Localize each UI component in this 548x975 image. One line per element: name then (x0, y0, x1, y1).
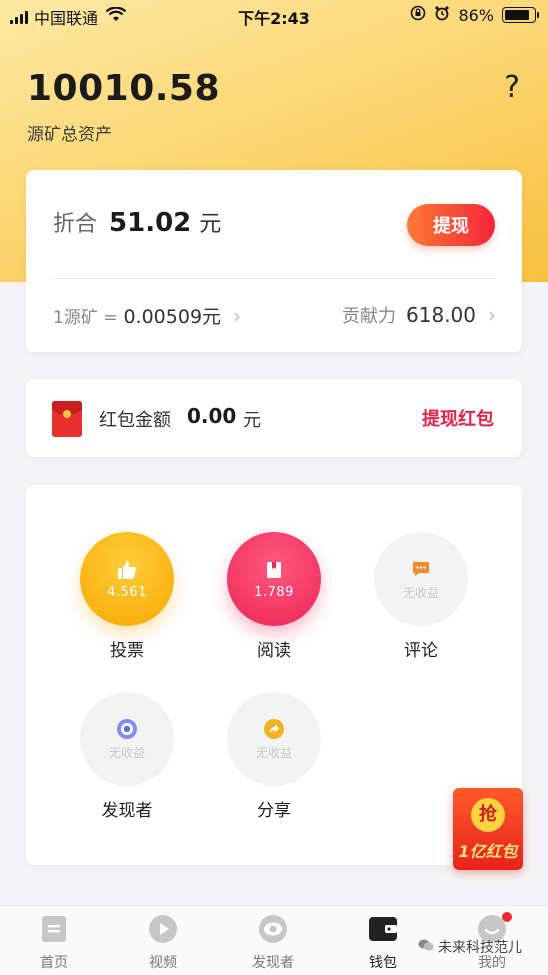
tab-video-label: 视频 (149, 955, 177, 971)
red-packet-amount: 0.00 (187, 404, 237, 428)
read-label: 阅读 (257, 641, 291, 661)
vote-label: 投票 (110, 641, 144, 661)
battery-icon (502, 7, 539, 23)
withdraw-red-packet-link[interactable]: 提现红包 (422, 405, 494, 431)
promo-text: 1亿红包 (458, 842, 518, 861)
eye-icon (258, 914, 288, 944)
share-circle: 无收益 (227, 692, 321, 786)
status-left: 中国联通 (10, 5, 127, 29)
share-label: 分享 (257, 801, 291, 821)
activity-read[interactable]: 1.789 阅读 (226, 532, 322, 661)
home-doc-icon (39, 914, 69, 944)
tab-home-label: 首页 (40, 955, 68, 971)
rate-label: 1源矿 = (53, 308, 118, 328)
discoverer-value: 无收益 (108, 745, 145, 760)
equivalent-value: 51.02 (109, 208, 192, 238)
activity-comment[interactable]: 无收益 评论 (373, 532, 469, 661)
tab-wallet[interactable]: 钱包 (343, 914, 423, 972)
tab-video[interactable]: 视频 (123, 914, 203, 972)
status-bar: 中国联通 下午2:43 86% (0, 0, 548, 30)
signal-icon (10, 10, 28, 24)
contribution-label: 贡献力 (342, 306, 397, 327)
eye-icon (116, 718, 138, 740)
discoverer-circle: 无收益 (80, 692, 174, 786)
rotation-lock-icon (410, 5, 426, 25)
wechat-icon (418, 938, 434, 956)
watermark-text: 未来科技范儿 (438, 940, 522, 956)
help-icon[interactable]: ? (504, 70, 520, 105)
withdraw-button[interactable]: 提现 (407, 204, 495, 246)
vote-circle: 4.561 (80, 532, 174, 626)
exchange-rate-link[interactable]: 1源矿 = 0.00509元 › (53, 302, 241, 329)
total-assets-value: 10010.58 (27, 68, 221, 109)
wallet-icon (368, 914, 398, 944)
tab-discoverer-label: 发现者 (252, 955, 294, 971)
discoverer-label: 发现者 (101, 801, 153, 821)
status-right: 86% (410, 5, 539, 25)
comment-label: 评论 (404, 641, 438, 661)
alarm-icon (434, 5, 450, 25)
rate-value: 0.00509元 (123, 306, 222, 328)
total-assets-label: 源矿总资产 (27, 125, 112, 145)
red-packet-promo-badge[interactable]: 抢 1亿红包 (453, 788, 523, 870)
tab-wallet-label: 钱包 (369, 955, 397, 971)
red-envelope-icon (52, 401, 82, 437)
notification-dot (502, 912, 512, 922)
grab-coin-icon: 抢 (471, 798, 505, 832)
contribution-value: 618.00 (406, 303, 476, 327)
read-value: 1.789 (254, 584, 294, 600)
battery-percent: 86% (458, 5, 494, 25)
red-packet-label: 红包金额 (99, 410, 171, 431)
book-icon (263, 559, 285, 581)
activity-share[interactable]: 无收益 分享 (226, 692, 322, 821)
balance-card: 折合 51.02 元 提现 1源矿 = 0.00509元 › 贡献力 618.0… (26, 170, 522, 352)
comment-value: 无收益 (402, 585, 439, 600)
vote-value: 4.561 (107, 584, 147, 600)
carrier-name: 中国联通 (34, 9, 99, 28)
equivalent-label: 折合 (53, 212, 98, 237)
watermark: 未来科技范儿 (418, 937, 522, 957)
chevron-right-icon: › (488, 303, 496, 327)
read-circle: 1.789 (227, 532, 321, 626)
red-packet-card: 红包金额 0.00 元 提现红包 (26, 379, 522, 457)
earnings-card: 4.561 投票 1.789 阅读 无收益 评论 无收益 发现者 无收益 分享 (26, 485, 522, 865)
contribution-link[interactable]: 贡献力 618.00 › (342, 302, 496, 328)
equivalent-row: 折合 51.02 元 (53, 206, 221, 238)
comment-icon (410, 558, 432, 580)
play-icon (148, 914, 178, 944)
red-packet-unit: 元 (243, 410, 261, 431)
tab-home[interactable]: 首页 (14, 914, 94, 972)
activity-vote[interactable]: 4.561 投票 (79, 532, 175, 661)
chevron-right-icon: › (233, 303, 242, 328)
tab-discoverer[interactable]: 发现者 (233, 914, 313, 972)
wifi-icon (105, 6, 127, 27)
equivalent-unit: 元 (199, 212, 222, 237)
thumbs-up-icon (116, 559, 138, 581)
share-value: 无收益 (255, 745, 292, 760)
activity-discoverer[interactable]: 无收益 发现者 (79, 692, 175, 821)
divider (53, 278, 495, 279)
comment-circle: 无收益 (374, 532, 468, 626)
share-icon (263, 718, 285, 740)
